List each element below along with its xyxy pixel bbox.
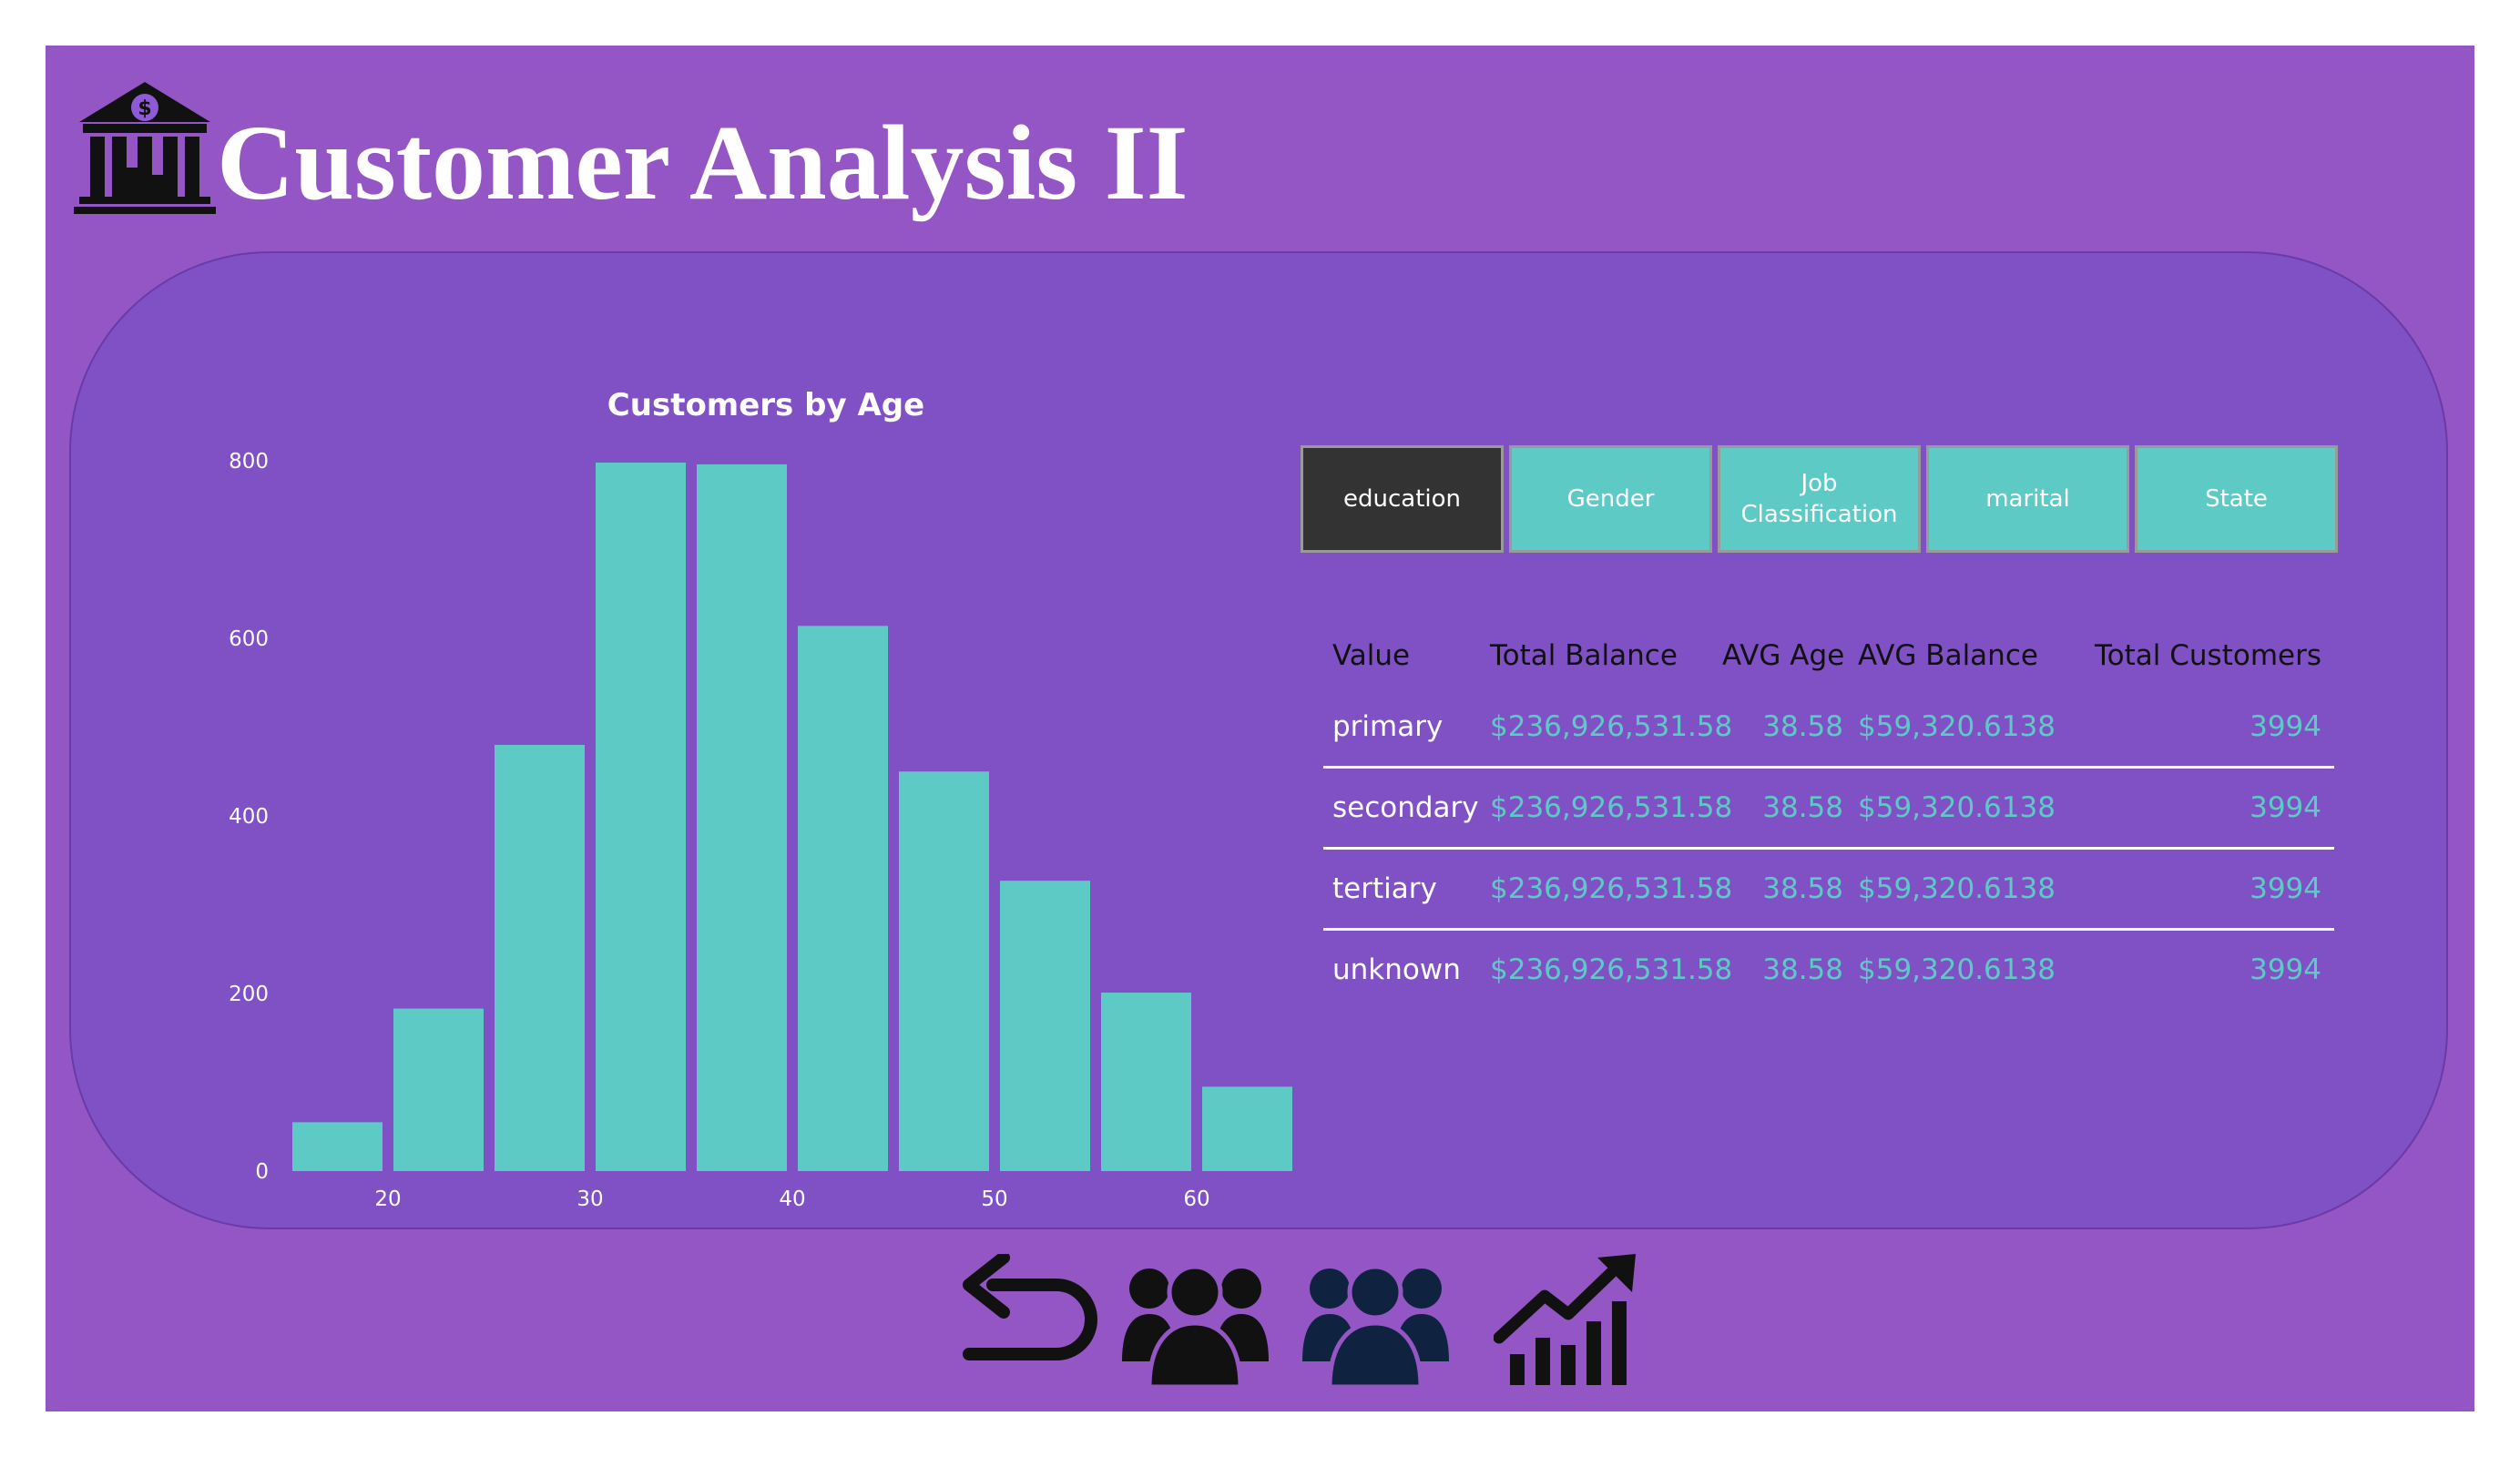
y-tick-label: 800 — [229, 450, 269, 474]
age-bar-15-20[interactable] — [292, 1122, 383, 1171]
y-tick-label: 200 — [229, 983, 269, 1006]
header-value[interactable]: Value — [1323, 639, 1490, 672]
cell-total-customers: 3994 — [2250, 872, 2321, 905]
age-bar-40-45[interactable] — [798, 626, 888, 1171]
customers-group-icon-selected — [1302, 1264, 1449, 1390]
cell-total-customers: 3994 — [2250, 710, 2321, 743]
report-canvas: $ Customer Analysis II Customers by Age … — [46, 46, 2474, 1411]
cell-avg-age: 38.58 — [1762, 953, 1843, 986]
cell-avg-balance: $59,320.6138 — [1858, 872, 2056, 905]
age-bar-20-25[interactable] — [393, 1008, 484, 1171]
cell-value: unknown — [1332, 953, 1461, 986]
page-title: Customer Analysis II — [217, 103, 1189, 222]
tab-state[interactable]: State — [2135, 445, 2338, 553]
bank-icon: $ — [74, 82, 216, 214]
table-row[interactable]: primary $236,926,531.58 38.58 $59,320.61… — [1323, 688, 2334, 766]
summary-table: Value Total Balance AVG Age AVG Balance … — [1323, 624, 2334, 1009]
y-tick-label: 400 — [229, 805, 269, 829]
cell-avg-age: 38.58 — [1762, 791, 1843, 824]
header-total-customers[interactable]: Total Customers — [2054, 639, 2321, 672]
cell-avg-age: 38.58 — [1762, 872, 1843, 905]
svg-text:$: $ — [138, 97, 151, 120]
table-header: Value Total Balance AVG Age AVG Balance … — [1323, 624, 2334, 688]
x-tick-label: 40 — [779, 1187, 805, 1211]
x-tick-label: 30 — [576, 1187, 603, 1211]
age-bar-45-50[interactable] — [899, 771, 989, 1171]
cell-value: tertiary — [1332, 872, 1437, 905]
table-row[interactable]: secondary $236,926,531.58 38.58 $59,320.… — [1323, 766, 2334, 847]
table-row[interactable]: tertiary $236,926,531.58 38.58 $59,320.6… — [1323, 847, 2334, 928]
tab-gender[interactable]: Gender — [1509, 445, 1712, 553]
chart-title: Customers by Age — [607, 387, 925, 423]
table-body: primary $236,926,531.58 38.58 $59,320.61… — [1323, 688, 2334, 1009]
x-tick-label: 60 — [1183, 1187, 1209, 1211]
customers-by-age-chart[interactable]: 0 200 400 600 800 20 30 40 50 60 — [164, 437, 1311, 1238]
x-tick-label: 50 — [981, 1187, 1007, 1211]
age-bar-55-60[interactable] — [1101, 993, 1191, 1171]
age-bar-25-30[interactable] — [495, 745, 585, 1171]
tab-job-classification[interactable]: Job Classification — [1718, 445, 1921, 553]
x-tick-label: 20 — [374, 1187, 401, 1211]
category-tabs: education Gender Job Classification mari… — [1301, 445, 2338, 553]
cell-total-customers: 3994 — [2250, 953, 2321, 986]
cell-avg-balance: $59,320.6138 — [1858, 953, 2056, 986]
back-arrow-icon — [963, 1254, 1097, 1360]
age-bar-30-35[interactable] — [596, 462, 686, 1171]
y-tick-label: 600 — [229, 627, 269, 651]
table-row[interactable]: unknown $236,926,531.58 38.58 $59,320.61… — [1323, 928, 2334, 1009]
header-avg-balance[interactable]: AVG Balance — [1858, 639, 2054, 672]
customer-analysis-ii-button[interactable] — [1301, 1254, 1451, 1391]
cell-total-balance: $236,926,531.58 — [1490, 710, 1733, 743]
y-tick-label: 0 — [255, 1160, 269, 1184]
customers-group-icon — [1122, 1264, 1269, 1390]
age-bar-60-65[interactable] — [1202, 1086, 1292, 1171]
age-bar-35-40[interactable] — [697, 464, 787, 1171]
cell-avg-age: 38.58 — [1762, 710, 1843, 743]
cell-total-balance: $236,926,531.58 — [1490, 872, 1733, 905]
cell-value: secondary — [1332, 791, 1479, 824]
cell-avg-balance: $59,320.6138 — [1858, 710, 2056, 743]
cell-value: primary — [1332, 710, 1444, 743]
cell-total-balance: $236,926,531.58 — [1490, 953, 1733, 986]
back-button[interactable] — [956, 1254, 1102, 1391]
cell-total-customers: 3994 — [2250, 791, 2321, 824]
cell-total-balance: $236,926,531.58 — [1490, 791, 1733, 824]
growth-report-button[interactable] — [1494, 1254, 1639, 1391]
customer-analysis-button[interactable] — [1120, 1254, 1270, 1391]
cell-avg-balance: $59,320.6138 — [1858, 791, 2056, 824]
growth-chart-icon — [1494, 1254, 1636, 1385]
tab-marital[interactable]: marital — [1926, 445, 2129, 553]
header-total-balance[interactable]: Total Balance — [1490, 639, 1722, 672]
age-bar-50-55[interactable] — [1000, 881, 1090, 1171]
tab-education[interactable]: education — [1301, 445, 1504, 553]
header-avg-age[interactable]: AVG Age — [1722, 639, 1858, 672]
